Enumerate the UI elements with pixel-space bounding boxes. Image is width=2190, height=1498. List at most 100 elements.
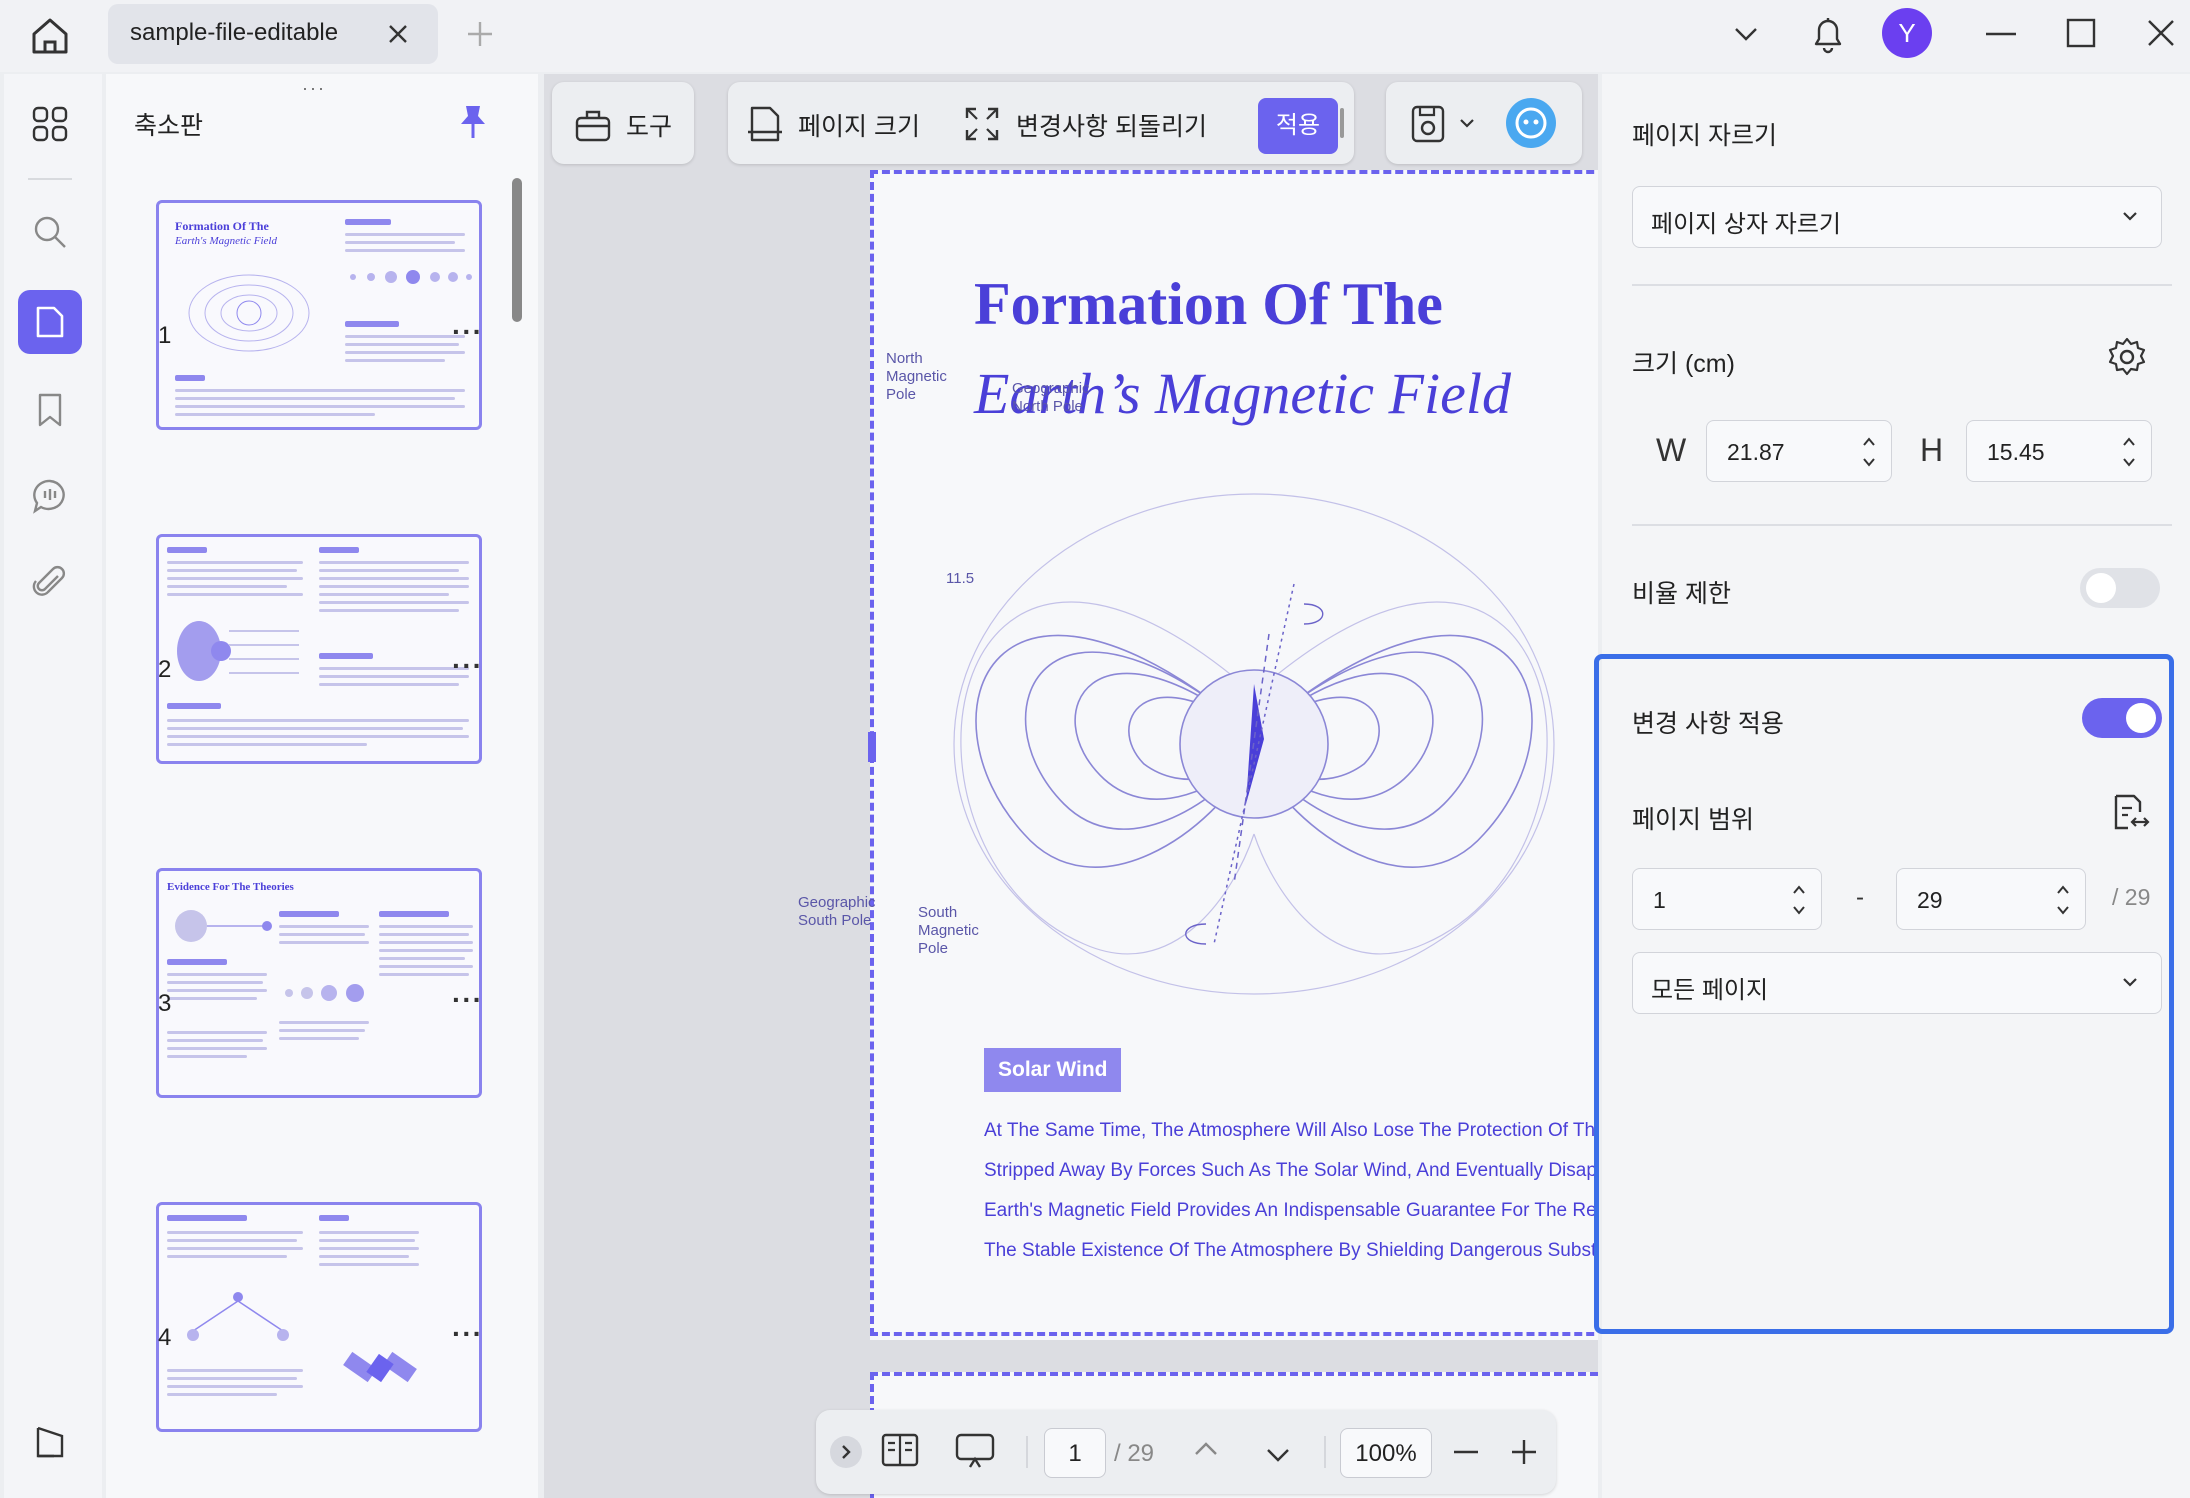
- zoom-in-icon[interactable]: [1510, 1438, 1538, 1466]
- page-range-label: 페이지 범위: [1632, 806, 1754, 834]
- maximize-icon[interactable]: [2066, 18, 2096, 48]
- presentation-icon[interactable]: [954, 1432, 996, 1470]
- bookmark-icon[interactable]: [18, 378, 82, 442]
- crop-settings-panel: 페이지 자르기 페이지 상자 자르기 크기 (cm) W 21.87 H 15.…: [1602, 74, 2190, 1498]
- width-label: W: [1656, 432, 1687, 468]
- document-canvas: Formation Of The Earth’s Magnetic Field …: [544, 74, 1598, 1498]
- close-tab-icon[interactable]: [386, 22, 410, 46]
- thumbnail-scrollbar[interactable]: [512, 178, 522, 322]
- thumbnail-planets: [350, 270, 472, 284]
- page-navigation-bar: 1 / 29 100%: [816, 1410, 1556, 1494]
- thumbnail-subtitle: Earth's Magnetic Field: [175, 235, 277, 247]
- thumbnail-title: Formation Of The: [175, 219, 269, 233]
- crop-handle-left[interactable]: [868, 732, 876, 762]
- crop-toolbar: 페이지 크기 변경사항 되돌리기 적용: [728, 82, 1354, 164]
- page-size-button[interactable]: 페이지 크기: [798, 107, 920, 143]
- thumbnail-diagram: [187, 1292, 289, 1341]
- thumbnail-number: 1: [158, 322, 172, 349]
- next-page-icon[interactable]: [1264, 1442, 1292, 1466]
- thumbnail-panel-title: 축소판: [134, 112, 204, 140]
- page-range-swap-icon[interactable]: [2110, 792, 2150, 834]
- body-text-line: At The Same Time, The Atmosphere Will Al…: [984, 1120, 1598, 1141]
- title-bar: sample-file-editable Y: [0, 0, 2190, 72]
- toolbar-overflow-handle[interactable]: [1340, 108, 1344, 138]
- thumbnail-page-2[interactable]: [156, 534, 482, 764]
- ratio-lock-toggle[interactable]: [2080, 568, 2160, 608]
- new-tab-icon[interactable]: [466, 20, 494, 48]
- range-end-stepper-icon[interactable]: [2055, 881, 2071, 919]
- body-text-line: Stripped Away By Forces Such As The Sola…: [984, 1160, 1598, 1181]
- thumbnail-page-3[interactable]: Evidence For The Theories: [156, 868, 482, 1098]
- section-badge: Solar Wind: [984, 1048, 1122, 1092]
- width-value: 21.87: [1727, 439, 1785, 465]
- thumbnail-more-button[interactable]: ···: [452, 1318, 483, 1350]
- page-filter-select[interactable]: 모든 페이지: [1632, 952, 2162, 1014]
- attachment-icon[interactable]: [18, 550, 82, 614]
- thumbnail-more-button[interactable]: ···: [452, 316, 483, 348]
- range-end-input[interactable]: 29: [1896, 868, 2086, 930]
- tools-label[interactable]: 도구: [626, 107, 672, 143]
- left-rail: [4, 74, 102, 1498]
- search-icon[interactable]: [18, 200, 82, 264]
- thumbnail-title: Evidence For The Theories: [167, 881, 294, 893]
- thumbnail-page-1[interactable]: Formation Of The Earth's Magnetic Field: [156, 200, 482, 430]
- tab-title: sample-file-editable: [130, 19, 339, 46]
- crop-mode-value: 페이지 상자 자르기: [1651, 211, 1841, 238]
- save-dropdown-icon[interactable]: [1458, 116, 1476, 130]
- range-dash: -: [1856, 884, 1864, 911]
- page-number-input[interactable]: 1: [1044, 1428, 1106, 1478]
- body-text-line: Earth's Magnetic Field Provides An Indis…: [984, 1200, 1598, 1221]
- revert-icon[interactable]: [964, 106, 1000, 142]
- save-icon[interactable]: [1410, 104, 1446, 144]
- toolbox-icon[interactable]: [574, 106, 612, 144]
- width-input[interactable]: 21.87: [1706, 420, 1892, 482]
- expand-nav-icon[interactable]: [830, 1436, 862, 1468]
- minimize-icon[interactable]: [1986, 32, 2016, 36]
- thumbnail-page-4[interactable]: [156, 1202, 482, 1432]
- range-start-stepper-icon[interactable]: [1791, 881, 1807, 919]
- rail-divider: [28, 178, 72, 180]
- thumbnail-diagram: [188, 274, 310, 352]
- width-stepper-icon[interactable]: [1861, 433, 1877, 471]
- pin-icon[interactable]: [458, 104, 488, 140]
- magnetic-field-diagram: [953, 493, 1555, 995]
- drag-handle[interactable]: ···: [302, 78, 326, 99]
- range-end-value: 29: [1917, 887, 1943, 913]
- north-magnetic-pole-label: North Magnetic Pole: [886, 350, 947, 403]
- thumbnail-number: 3: [158, 990, 172, 1017]
- document-tab[interactable]: sample-file-editable: [108, 4, 438, 64]
- thumbnail-diagram: [175, 910, 272, 942]
- crop-mode-select[interactable]: 페이지 상자 자르기: [1632, 186, 2162, 248]
- settings-gear-icon[interactable]: [2106, 336, 2148, 378]
- page-icon[interactable]: [18, 290, 82, 354]
- page-filter-value: 모든 페이지: [1651, 977, 1769, 1004]
- ai-assistant-icon[interactable]: [1506, 98, 1556, 148]
- chevron-down-icon[interactable]: [1732, 20, 1760, 48]
- thumbnail-diagram: [177, 621, 299, 681]
- height-input[interactable]: 15.45: [1966, 420, 2152, 482]
- angle-label: 11.5: [946, 570, 975, 587]
- apps-icon[interactable]: [18, 92, 82, 156]
- apply-button[interactable]: 적용: [1258, 98, 1338, 154]
- thumbnail-more-button[interactable]: ···: [452, 650, 483, 682]
- book-view-icon[interactable]: [880, 1432, 920, 1468]
- previous-page-icon[interactable]: [1192, 1438, 1220, 1462]
- document-title: Formation Of The: [974, 271, 1443, 337]
- user-avatar[interactable]: Y: [1882, 8, 1932, 58]
- apply-changes-toggle[interactable]: [2082, 698, 2162, 738]
- height-stepper-icon[interactable]: [2121, 433, 2137, 471]
- save-group: [1386, 82, 1582, 164]
- tools-group: 도구: [552, 82, 694, 164]
- zoom-level-input[interactable]: 100%: [1340, 1428, 1432, 1478]
- page-size-icon[interactable]: [746, 104, 784, 144]
- range-start-input[interactable]: 1: [1632, 868, 1822, 930]
- close-window-icon[interactable]: [2146, 18, 2176, 48]
- crop-section-title: 페이지 자르기: [1632, 122, 1777, 150]
- comment-icon[interactable]: [18, 464, 82, 528]
- revert-changes-button[interactable]: 변경사항 되돌리기: [1016, 107, 1207, 143]
- bell-icon[interactable]: [1810, 14, 1846, 54]
- zoom-out-icon[interactable]: [1452, 1450, 1480, 1454]
- sidebar-toggle-icon[interactable]: [18, 1410, 82, 1474]
- home-icon[interactable]: [26, 12, 74, 60]
- thumbnail-more-button[interactable]: ···: [452, 984, 483, 1016]
